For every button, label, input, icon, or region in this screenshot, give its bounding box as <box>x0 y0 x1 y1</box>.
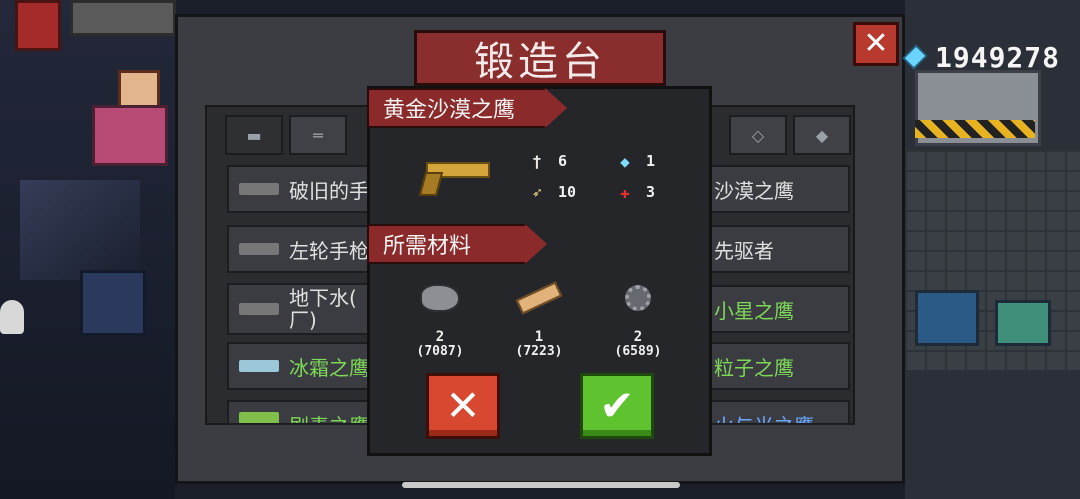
golden-desert-eagle-icon <box>418 158 490 196</box>
tab-shark-gun[interactable]: ◆ <box>793 115 851 155</box>
material-owned: (6589) <box>614 344 662 359</box>
checkmark-icon: ✔ <box>599 381 635 430</box>
red-chair <box>15 0 61 51</box>
smg-icon <box>239 303 279 315</box>
weapon-row[interactable]: 火与光之鹰 <box>706 400 850 425</box>
weapon-row[interactable]: 粒子之鹰 <box>706 342 850 390</box>
page-title: 锻造台 <box>474 39 606 85</box>
cabinet <box>70 0 176 36</box>
weapon-row[interactable]: 破旧的手 <box>227 165 372 213</box>
revolver-icon <box>239 243 279 255</box>
stat-ammo-value: 10 <box>558 183 577 201</box>
weapon-row[interactable]: 小星之鹰 <box>706 285 850 333</box>
close-button[interactable]: ✕ <box>853 22 899 66</box>
pistol-icon: ▬ <box>246 125 262 145</box>
energy-gem-icon: ◆ <box>620 151 630 171</box>
material-gear: 2 (6589) <box>598 280 678 360</box>
weapon-name: 破旧的手 <box>289 178 369 203</box>
weapon-name-ribbon: 黄金沙漠之鹰 <box>367 88 567 128</box>
weapon-row[interactable]: 左轮手枪 <box>227 225 372 273</box>
material-required: 2 <box>435 329 445 345</box>
crate <box>80 270 146 336</box>
shark-gun-icon: ◆ <box>815 125 829 145</box>
stat-damage-value: 6 <box>558 152 568 170</box>
green-monitor <box>995 300 1051 346</box>
stat-ammo: ➶ 10 <box>528 182 577 202</box>
crosshair-icon: ◇ <box>751 125 765 145</box>
close-icon: ✕ <box>863 26 889 61</box>
gem-count: 1949278 <box>935 40 1061 74</box>
material-required: 2 <box>633 329 643 345</box>
weapon-name: 粒子之鹰 <box>714 355 794 380</box>
close-icon: ✕ <box>445 381 481 430</box>
weapon-row[interactable]: 地下水( 厂) <box>227 283 372 335</box>
title-banner: 锻造台 <box>391 30 689 86</box>
blue-monitor <box>915 290 979 346</box>
frost-gun-icon <box>239 360 279 372</box>
wood-plank-icon <box>515 281 563 315</box>
stat-crit: ✚ 3 <box>616 182 656 202</box>
stat-energy: ◆ 1 <box>616 151 656 171</box>
material-required: 1 <box>534 329 544 345</box>
material-wood: 1 (7223) <box>499 280 579 360</box>
bullet-icon: ➶ <box>532 182 542 202</box>
weapon-name: 剧毒之鹰 <box>289 410 369 423</box>
weapon-name: 地下水( <box>289 286 357 310</box>
rifle-icon: ═ <box>313 125 323 145</box>
weapon-name: 先驱者 <box>714 238 774 263</box>
weapon-name-line2: 厂) <box>289 308 317 332</box>
right-room-background <box>905 0 1080 499</box>
material-owned: (7223) <box>515 344 563 359</box>
ghost-character <box>0 300 24 334</box>
material-ore: 2 (7087) <box>400 280 480 360</box>
weapon-row[interactable]: 沙漠之鹰 <box>706 165 850 213</box>
weapon-name: 冰霜之鹰 <box>289 355 369 380</box>
weapon-row[interactable]: 先驱者 <box>706 225 850 273</box>
desk <box>92 105 168 166</box>
crosshair-icon: ✚ <box>620 182 630 202</box>
stat-energy-value: 1 <box>646 152 656 170</box>
confirm-button[interactable]: ✔ <box>580 373 654 439</box>
recipe-dialog <box>367 86 712 456</box>
left-room-background <box>0 0 176 499</box>
weapon-row[interactable]: 剧毒之鹰 <box>227 400 372 425</box>
recipe-weapon-name: 黄金沙漠之鹰 <box>383 98 516 123</box>
spotlight <box>20 180 140 280</box>
materials-ribbon: 所需材料 <box>367 224 547 264</box>
gem-counter: 1949278 <box>902 40 1061 74</box>
sword-icon: † <box>532 151 542 171</box>
weapon-name: 小星之鹰 <box>714 298 794 323</box>
weapon-name: 左轮手枪 <box>289 238 369 263</box>
materials-label: 所需材料 <box>383 234 472 259</box>
weapon-name: 火与光之鹰 <box>714 410 814 423</box>
tab-rifle[interactable]: ═ <box>289 115 347 155</box>
hazard-stripe <box>915 120 1035 138</box>
pistol-icon <box>239 183 279 195</box>
gear-part-icon <box>625 285 651 311</box>
stat-damage: † 6 <box>528 151 568 171</box>
stat-crit-value: 3 <box>646 183 656 201</box>
tab-pistol[interactable]: ▬ <box>225 115 283 155</box>
weapon-name: 沙漠之鹰 <box>714 178 794 203</box>
home-indicator[interactable] <box>402 482 680 488</box>
weapon-row[interactable]: 冰霜之鹰 <box>227 342 372 390</box>
gem-icon <box>902 44 928 70</box>
poison-gun-icon <box>239 412 279 423</box>
material-owned: (7087) <box>416 344 464 359</box>
cancel-button[interactable]: ✕ <box>426 373 500 439</box>
gun-grip <box>418 172 444 196</box>
ore-icon <box>420 284 460 312</box>
tab-crosshair[interactable]: ◇ <box>729 115 787 155</box>
